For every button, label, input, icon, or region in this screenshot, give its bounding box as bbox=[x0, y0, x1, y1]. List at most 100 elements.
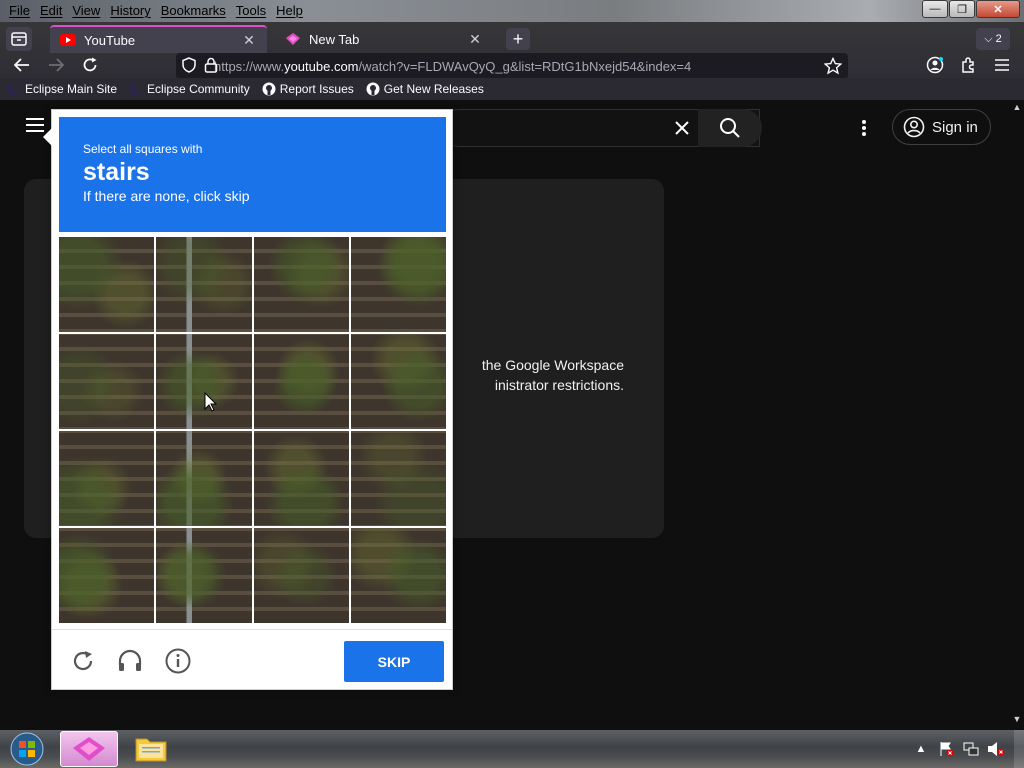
hamburger-menu-icon[interactable] bbox=[991, 54, 1013, 76]
tile-foliage bbox=[156, 528, 252, 623]
captcha-header: Select all squares with stairs If there … bbox=[59, 117, 446, 232]
lock-icon[interactable] bbox=[204, 57, 218, 78]
sign-in-button[interactable]: Sign in bbox=[892, 109, 991, 145]
scroll-down-icon[interactable]: ▼ bbox=[1012, 714, 1022, 726]
show-hidden-icons-icon[interactable]: ▲ bbox=[910, 738, 932, 760]
page-scrollbar[interactable]: ▲ ▼ bbox=[1010, 100, 1024, 730]
tile-foliage bbox=[350, 237, 446, 332]
windows-logo-icon bbox=[10, 732, 44, 766]
url-host: youtube.com bbox=[284, 58, 359, 74]
network-icon[interactable] bbox=[960, 738, 982, 760]
captcha-tile[interactable] bbox=[253, 528, 349, 623]
captcha-tile[interactable] bbox=[59, 237, 155, 332]
github-icon bbox=[365, 81, 381, 97]
new-tab-button[interactable]: + bbox=[506, 28, 530, 50]
start-button[interactable] bbox=[8, 732, 46, 766]
show-desktop-button[interactable] bbox=[1014, 730, 1024, 768]
menu-view[interactable]: View bbox=[67, 1, 105, 21]
captcha-tile[interactable] bbox=[350, 528, 446, 623]
menu-history[interactable]: History bbox=[105, 1, 155, 21]
reload-icon[interactable] bbox=[79, 54, 101, 76]
account-icon[interactable] bbox=[924, 54, 946, 76]
clear-search-icon[interactable] bbox=[668, 115, 696, 141]
captcha-tile[interactable] bbox=[156, 528, 252, 623]
action-center-icon[interactable] bbox=[935, 738, 957, 760]
bookmark-report-issues[interactable]: Report Issues bbox=[261, 81, 354, 97]
captcha-instruction: Select all squares with bbox=[83, 142, 203, 156]
taskbar: ▲ bbox=[0, 730, 1024, 768]
captcha-tile[interactable] bbox=[156, 237, 252, 332]
tile-foliage bbox=[350, 431, 446, 526]
captcha-tile[interactable] bbox=[156, 431, 252, 526]
url-prefix: https://www. bbox=[214, 58, 285, 74]
captcha-tile[interactable] bbox=[59, 334, 155, 429]
menu-file[interactable]: File bbox=[4, 1, 35, 21]
window-controls: — ❐ ✕ bbox=[921, 0, 1020, 18]
captcha-tile[interactable] bbox=[350, 431, 446, 526]
bookmark-eclipse-main-site[interactable]: Eclipse Main Site bbox=[6, 81, 117, 97]
captcha-tile[interactable] bbox=[253, 431, 349, 526]
captcha-tile[interactable] bbox=[253, 334, 349, 429]
forward-icon[interactable] bbox=[45, 54, 67, 76]
captcha-keyword: stairs bbox=[83, 158, 150, 186]
captcha-tile[interactable] bbox=[350, 237, 446, 332]
menu-tools[interactable]: Tools bbox=[231, 1, 271, 21]
tile-foliage bbox=[156, 237, 252, 332]
menu-edit[interactable]: Edit bbox=[35, 1, 67, 21]
menu-bar: File Edit View History Bookmarks Tools H… bbox=[0, 0, 308, 22]
captcha-pointer-arrow bbox=[43, 128, 52, 146]
tile-foliage bbox=[59, 334, 155, 429]
bookmark-get-new-releases[interactable]: Get New Releases bbox=[365, 81, 484, 97]
reload-challenge-icon[interactable] bbox=[70, 648, 96, 674]
bookmark-label: Eclipse Community bbox=[147, 82, 250, 96]
back-icon[interactable] bbox=[11, 54, 33, 76]
minimize-button[interactable]: — bbox=[922, 0, 948, 18]
captcha-tile[interactable] bbox=[253, 237, 349, 332]
tab-list-icon bbox=[11, 32, 27, 46]
captcha-tile[interactable] bbox=[59, 431, 155, 526]
tab-overflow-button[interactable]: ⌵ 2 bbox=[976, 28, 1010, 50]
chevron-down-icon: ⌵ bbox=[984, 32, 996, 45]
captcha-challenge: Select all squares with stairs If there … bbox=[43, 109, 453, 690]
tile-foliage bbox=[350, 334, 446, 429]
tile-foliage bbox=[156, 431, 252, 526]
captcha-subinstruction: If there are none, click skip bbox=[83, 188, 250, 204]
tile-foliage bbox=[59, 237, 155, 332]
url-path: /watch?v=FLDWAvQyQ_g&list=RDtG1bNxejd54&… bbox=[358, 58, 692, 74]
tab-close-icon[interactable]: ✕ bbox=[241, 32, 257, 49]
menu-help[interactable]: Help bbox=[271, 1, 308, 21]
scroll-up-icon[interactable]: ▲ bbox=[1012, 102, 1022, 114]
tab-new-tab[interactable]: New Tab ✕ bbox=[275, 25, 493, 53]
taskbar-browser-button[interactable] bbox=[60, 731, 118, 767]
extensions-icon[interactable] bbox=[958, 54, 980, 76]
tab-close-icon[interactable]: ✕ bbox=[467, 31, 483, 48]
url-bar[interactable]: https://www.youtube.com/watch?v=FLDWAvQy… bbox=[176, 53, 848, 79]
audio-challenge-icon[interactable] bbox=[117, 648, 143, 674]
more-options-icon[interactable] bbox=[852, 114, 876, 142]
bookmark-star-icon[interactable] bbox=[823, 56, 843, 80]
tile-foliage bbox=[253, 528, 349, 623]
bookmark-eclipse-community[interactable]: Eclipse Community bbox=[128, 81, 250, 97]
info-icon[interactable] bbox=[165, 648, 191, 674]
volume-muted-icon[interactable] bbox=[985, 738, 1007, 760]
captcha-tile[interactable] bbox=[156, 334, 252, 429]
maximize-button[interactable]: ❐ bbox=[949, 0, 975, 18]
bookmarks-toolbar: Eclipse Main Site Eclipse Community Repo… bbox=[0, 78, 1024, 100]
account-circle-icon bbox=[903, 116, 925, 138]
search-icon bbox=[720, 118, 740, 138]
tab-youtube[interactable]: YouTube ✕ bbox=[50, 25, 267, 53]
captcha-tile[interactable] bbox=[350, 334, 446, 429]
menu-bookmarks[interactable]: Bookmarks bbox=[156, 1, 231, 21]
navigation-toolbar: https://www.youtube.com/watch?v=FLDWAvQy… bbox=[0, 53, 1024, 79]
close-window-button[interactable]: ✕ bbox=[976, 0, 1020, 18]
tab-list-button[interactable] bbox=[6, 27, 32, 51]
taskbar-explorer-button[interactable] bbox=[122, 731, 180, 767]
youtube-favicon-icon bbox=[60, 32, 76, 48]
youtube-search-button[interactable] bbox=[698, 109, 762, 147]
tracking-protection-shield-icon[interactable] bbox=[182, 57, 196, 78]
tile-foliage bbox=[253, 431, 349, 526]
skip-button[interactable]: SKIP bbox=[344, 641, 444, 682]
eclipse-icon bbox=[128, 81, 144, 97]
captcha-tile[interactable] bbox=[59, 528, 155, 623]
eclipse-icon bbox=[6, 81, 22, 97]
